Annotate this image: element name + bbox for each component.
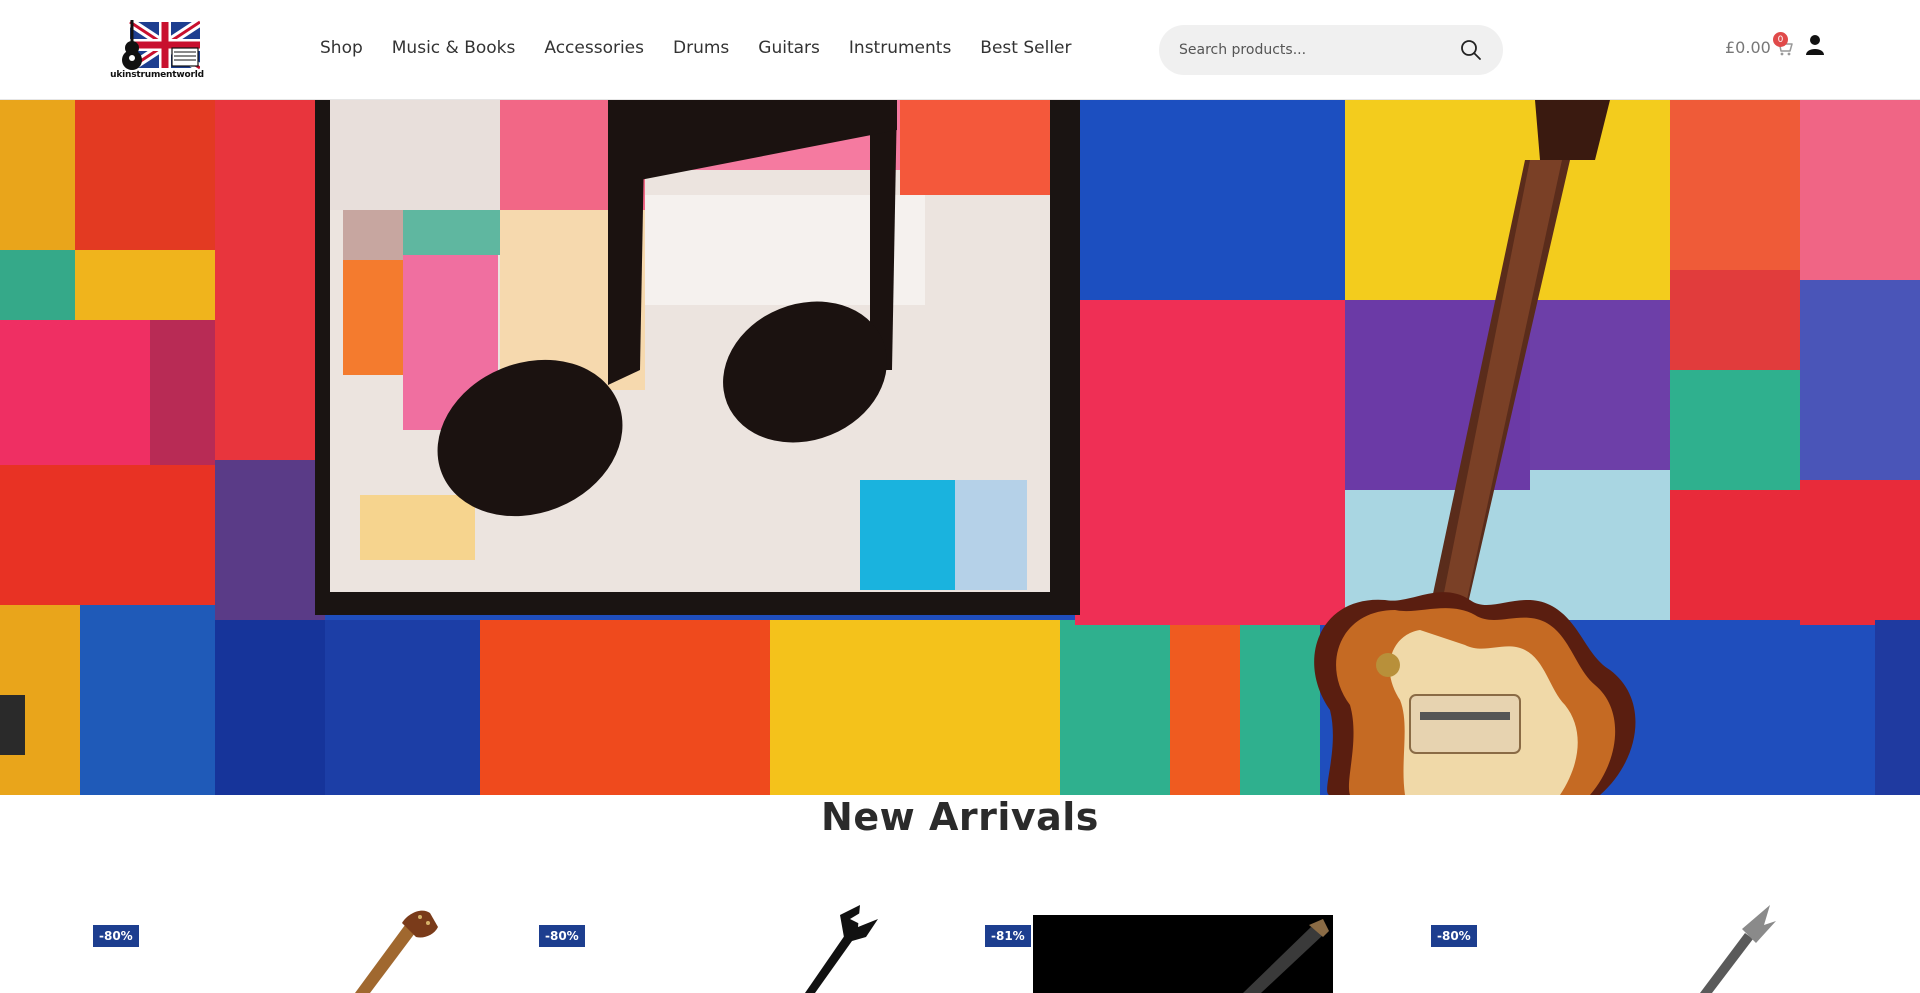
union-jack-guitar-logo-icon <box>122 18 200 72</box>
site-logo[interactable]: ukinstrumentworld <box>110 18 204 82</box>
search-input[interactable] <box>1179 42 1459 58</box>
product-image[interactable] <box>790 905 890 993</box>
hero-banner[interactable] <box>0 100 1920 795</box>
nav-item-shop[interactable]: Shop <box>320 38 363 58</box>
site-header: ukinstrumentworld Shop Music & Books Acc… <box>0 0 1920 100</box>
nav-item-accessories[interactable]: Accessories <box>544 38 644 58</box>
cart-total: £0.00 <box>1725 38 1771 57</box>
search-bar <box>1159 25 1503 75</box>
discount-badge: -80% <box>539 925 585 947</box>
nav-item-best-seller[interactable]: Best Seller <box>980 38 1071 58</box>
search-icon[interactable] <box>1459 38 1483 62</box>
nav-item-guitars[interactable]: Guitars <box>758 38 820 58</box>
section-title: New Arrivals <box>821 795 1099 839</box>
discount-badge: -80% <box>1431 925 1477 947</box>
cart-count-badge: 0 <box>1773 32 1788 47</box>
product-image[interactable] <box>330 905 460 993</box>
user-account-icon[interactable] <box>1806 34 1824 56</box>
discount-badge: -80% <box>93 925 139 947</box>
product-image[interactable] <box>1690 905 1780 993</box>
logo-text: ukinstrumentworld <box>110 70 204 80</box>
main-nav: Shop Music & Books Accessories Drums Gui… <box>320 38 1101 58</box>
nav-item-drums[interactable]: Drums <box>673 38 729 58</box>
discount-badge: -81% <box>985 925 1031 947</box>
product-image[interactable] <box>1033 915 1333 993</box>
nav-item-instruments[interactable]: Instruments <box>849 38 951 58</box>
hero-image <box>0 100 1920 795</box>
nav-item-music-books[interactable]: Music & Books <box>392 38 516 58</box>
